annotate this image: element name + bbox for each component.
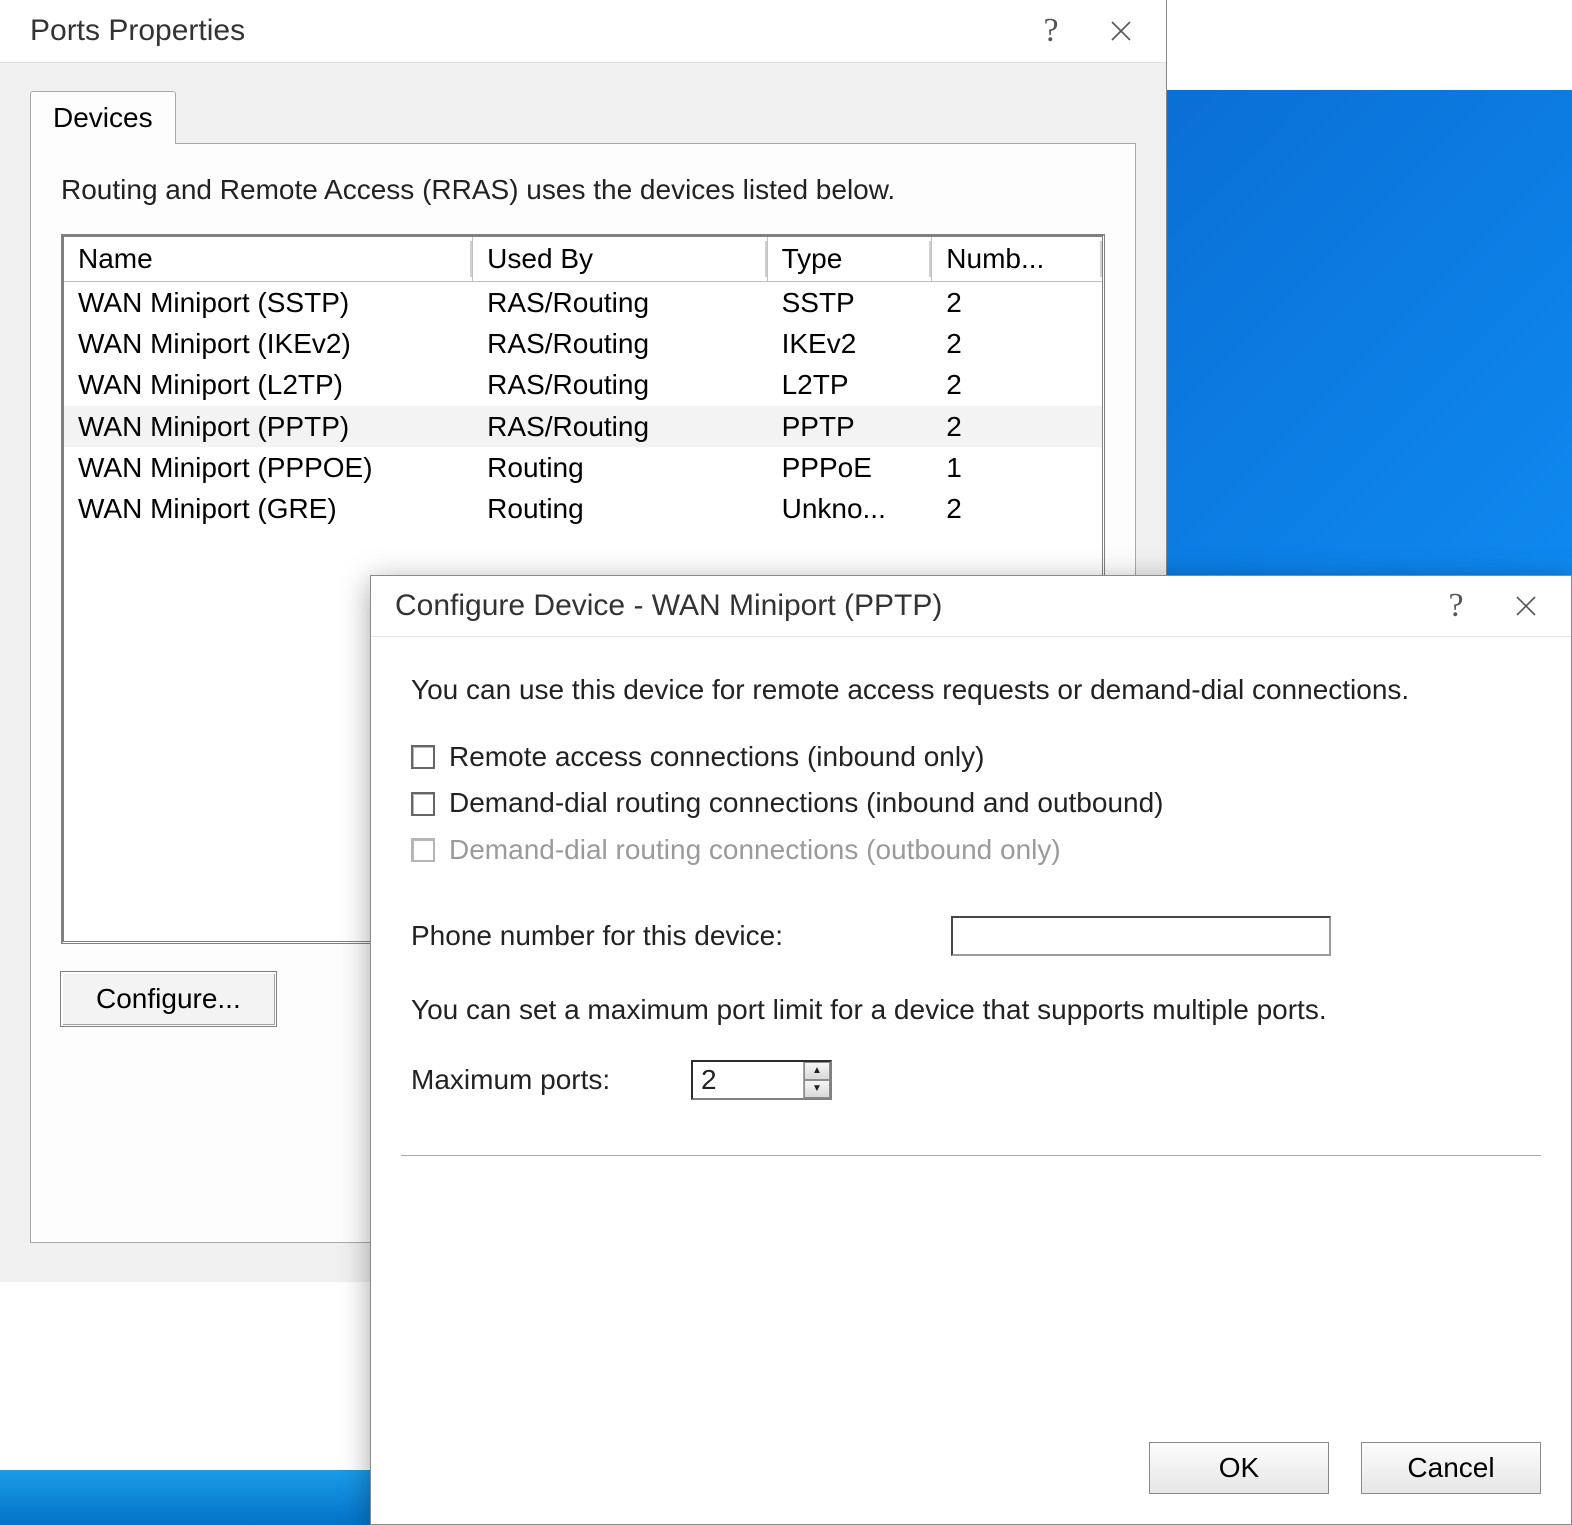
cell-name: WAN Miniport (PPPOE)	[64, 447, 473, 488]
checkbox-demand-dial-inout[interactable]: Demand-dial routing connections (inbound…	[411, 783, 1531, 824]
table-row[interactable]: WAN Miniport (SSTP)RAS/RoutingSSTP2	[64, 282, 1102, 323]
col-used-by[interactable]: Used By	[473, 237, 767, 281]
tab-devices[interactable]: Devices	[30, 91, 176, 144]
spinner-down[interactable]: ▼	[804, 1080, 830, 1098]
cell-number: 2	[932, 364, 1102, 405]
ports-titlebar[interactable]: Ports Properties ?	[0, 0, 1166, 62]
config-titlebar[interactable]: Configure Device - WAN Miniport (PPTP) ?	[371, 576, 1571, 636]
cell-number: 2	[932, 488, 1102, 529]
close-icon	[1109, 19, 1133, 43]
cancel-button[interactable]: Cancel	[1361, 1442, 1541, 1494]
checkbox-icon	[411, 745, 435, 769]
checkbox-label: Demand-dial routing connections (inbound…	[449, 783, 1164, 824]
cell-used-by: RAS/Routing	[473, 282, 767, 323]
table-row[interactable]: WAN Miniport (PPPOE)RoutingPPPoE1	[64, 447, 1102, 488]
configure-button[interactable]: Configure...	[61, 972, 276, 1026]
ok-button[interactable]: OK	[1149, 1442, 1329, 1494]
close-icon	[1514, 594, 1538, 618]
separator	[401, 1155, 1541, 1156]
col-number[interactable]: Numb...	[932, 237, 1102, 281]
phone-label: Phone number for this device:	[411, 920, 931, 952]
cell-used-by: Routing	[473, 447, 767, 488]
cell-number: 2	[932, 323, 1102, 364]
ports-title: Ports Properties	[30, 14, 1016, 48]
devices-header[interactable]: Name Used By Type Numb...	[64, 237, 1102, 282]
checkbox-demand-dial-out: Demand-dial routing connections (outboun…	[411, 830, 1531, 871]
cell-used-by: RAS/Routing	[473, 323, 767, 364]
cell-number: 2	[932, 282, 1102, 323]
cell-name: WAN Miniport (SSTP)	[64, 282, 473, 323]
max-ports-spinner[interactable]: 2 ▲ ▼	[691, 1060, 832, 1100]
table-row[interactable]: WAN Miniport (IKEv2)RAS/RoutingIKEv22	[64, 323, 1102, 364]
max-ports-value[interactable]: 2	[693, 1062, 803, 1098]
phone-input[interactable]	[951, 916, 1331, 956]
cell-type: Unkno...	[768, 488, 933, 529]
max-ports-note: You can set a maximum port limit for a d…	[411, 994, 1531, 1026]
cell-name: WAN Miniport (GRE)	[64, 488, 473, 529]
cell-number: 1	[932, 447, 1102, 488]
col-type[interactable]: Type	[768, 237, 933, 281]
cell-number: 2	[932, 406, 1102, 447]
close-button[interactable]	[1086, 1, 1156, 61]
max-ports-label: Maximum ports:	[411, 1064, 671, 1096]
table-row[interactable]: WAN Miniport (GRE)RoutingUnkno...2	[64, 488, 1102, 529]
cell-used-by: RAS/Routing	[473, 406, 767, 447]
cell-name: WAN Miniport (L2TP)	[64, 364, 473, 405]
config-description: You can use this device for remote acces…	[411, 671, 1531, 709]
table-row[interactable]: WAN Miniport (L2TP)RAS/RoutingL2TP2	[64, 364, 1102, 405]
checkbox-label: Remote access connections (inbound only)	[449, 737, 984, 778]
taskbar[interactable]	[0, 1470, 370, 1525]
col-name[interactable]: Name	[64, 237, 473, 281]
checkbox-icon	[411, 838, 435, 862]
config-close-button[interactable]	[1491, 576, 1561, 636]
cell-name: WAN Miniport (IKEv2)	[64, 323, 473, 364]
checkbox-icon	[411, 792, 435, 816]
config-title: Configure Device - WAN Miniport (PPTP)	[395, 589, 1421, 623]
cell-type: PPPoE	[768, 447, 933, 488]
cell-type: L2TP	[768, 364, 933, 405]
cell-name: WAN Miniport (PPTP)	[64, 406, 473, 447]
ports-description: Routing and Remote Access (RRAS) uses th…	[61, 174, 1105, 206]
cell-type: SSTP	[768, 282, 933, 323]
help-button[interactable]: ?	[1016, 1, 1086, 61]
cell-type: IKEv2	[768, 323, 933, 364]
cell-used-by: Routing	[473, 488, 767, 529]
checkbox-label: Demand-dial routing connections (outboun…	[449, 830, 1061, 871]
cell-used-by: RAS/Routing	[473, 364, 767, 405]
checkbox-remote-access[interactable]: Remote access connections (inbound only)	[411, 737, 1531, 778]
cell-type: PPTP	[768, 406, 933, 447]
configure-device-dialog: Configure Device - WAN Miniport (PPTP) ?…	[370, 575, 1572, 1525]
table-row[interactable]: WAN Miniport (PPTP)RAS/RoutingPPTP2	[64, 406, 1102, 447]
spinner-up[interactable]: ▲	[804, 1062, 830, 1080]
config-help-button[interactable]: ?	[1421, 576, 1491, 636]
